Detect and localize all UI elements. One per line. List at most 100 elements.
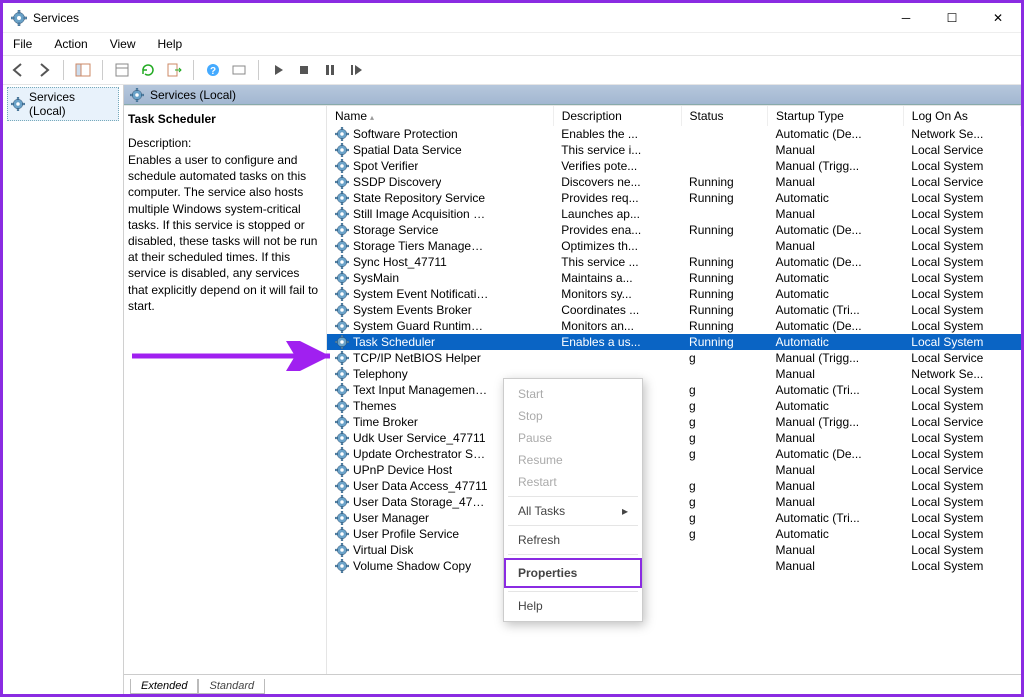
service-status: Running	[681, 174, 768, 190]
service-startup: Automatic	[768, 270, 904, 286]
service-row[interactable]: System Events BrokerCoordinates ...Runni…	[327, 302, 1021, 318]
service-row[interactable]: Spot VerifierVerifies pote...Manual (Tri…	[327, 158, 1021, 174]
service-desc: Discovers ne...	[553, 174, 681, 190]
service-row[interactable]: User Data Access_47711gManualLocal Syste…	[327, 478, 1021, 494]
service-row[interactable]: User Data Storage_47711gManualLocal Syst…	[327, 494, 1021, 510]
export-list-button[interactable]	[163, 59, 185, 81]
service-startup: Manual	[768, 430, 904, 446]
service-status: g	[681, 414, 768, 430]
service-logon: Local System	[903, 190, 1020, 206]
gear-icon	[335, 351, 349, 365]
service-status	[681, 542, 768, 558]
service-status: Running	[681, 254, 768, 270]
service-name: State Repository Service	[353, 191, 485, 205]
minimize-button[interactable]: ─	[883, 3, 929, 33]
service-row[interactable]: TCP/IP NetBIOS HelpergManual (Trigg...Lo…	[327, 350, 1021, 366]
service-row[interactable]: Volume Shadow CopyManages an...ManualLoc…	[327, 558, 1021, 574]
gear-icon	[335, 127, 349, 141]
service-name: Still Image Acquisition Events	[353, 207, 489, 221]
nav-back-button[interactable]	[7, 59, 29, 81]
toolbar-button[interactable]	[228, 59, 250, 81]
service-status	[681, 462, 768, 478]
service-startup: Automatic (Tri...	[768, 382, 904, 398]
service-row[interactable]: System Guard Runtime Mon...Monitors an..…	[327, 318, 1021, 334]
service-row[interactable]: ThemesgAutomaticLocal System	[327, 398, 1021, 414]
service-row[interactable]: UPnP Device HostManualLocal Service	[327, 462, 1021, 478]
service-startup: Automatic	[768, 398, 904, 414]
gear-icon	[335, 143, 349, 157]
service-row[interactable]: State Repository ServiceProvides req...R…	[327, 190, 1021, 206]
menu-file[interactable]: File	[11, 37, 34, 51]
gear-icon	[335, 367, 349, 381]
tab-extended[interactable]: Extended	[130, 679, 198, 694]
service-row[interactable]: System Event Notification S...Monitors s…	[327, 286, 1021, 302]
service-row[interactable]: User Profile ServicegAutomaticLocal Syst…	[327, 526, 1021, 542]
refresh-button[interactable]	[137, 59, 159, 81]
col-header-desc[interactable]: Description	[553, 106, 681, 126]
ctx-start[interactable]: Start	[504, 383, 642, 405]
service-row[interactable]: Still Image Acquisition EventsLaunches a…	[327, 206, 1021, 222]
service-row[interactable]: Task SchedulerEnables a us...RunningAuto…	[327, 334, 1021, 350]
service-desc: Monitors an...	[553, 318, 681, 334]
gear-icon	[335, 239, 349, 253]
service-startup: Automatic	[768, 526, 904, 542]
service-row[interactable]: Spatial Data ServiceThis service i...Man…	[327, 142, 1021, 158]
col-header-startup[interactable]: Startup Type	[768, 106, 904, 126]
stop-button[interactable]	[293, 59, 315, 81]
restart-button[interactable]	[345, 59, 367, 81]
help-button[interactable]: ?	[202, 59, 224, 81]
content-pane: Services (Local) Task Scheduler Descript…	[124, 85, 1021, 694]
ctx-stop[interactable]: Stop	[504, 405, 642, 427]
menu-action[interactable]: Action	[52, 37, 89, 51]
service-row[interactable]: Storage ServiceProvides ena...RunningAut…	[327, 222, 1021, 238]
list-header-row: Name▴ Description Status Startup Type Lo…	[327, 106, 1021, 126]
service-row[interactable]: Storage Tiers ManagementOptimizes th...M…	[327, 238, 1021, 254]
service-row[interactable]: SysMainMaintains a...RunningAutomaticLoc…	[327, 270, 1021, 286]
gear-icon	[335, 415, 349, 429]
show-hide-tree-button[interactable]	[72, 59, 94, 81]
properties-button[interactable]	[111, 59, 133, 81]
service-row[interactable]: Update Orchestrator Servi...gAutomatic (…	[327, 446, 1021, 462]
close-button[interactable]: ✕	[975, 3, 1021, 33]
service-row[interactable]: Udk User Service_47711gManualLocal Syste…	[327, 430, 1021, 446]
ctx-refresh[interactable]: Refresh	[504, 529, 642, 551]
service-name: Themes	[353, 399, 396, 413]
play-button[interactable]	[267, 59, 289, 81]
col-header-name[interactable]: Name▴	[327, 106, 553, 126]
ctx-all-tasks[interactable]: All Tasks▸	[504, 500, 642, 522]
gear-icon	[335, 335, 349, 349]
service-row[interactable]: Time BrokergManual (Trigg...Local Servic…	[327, 414, 1021, 430]
ctx-pause[interactable]: Pause	[504, 427, 642, 449]
service-desc: This service ...	[553, 254, 681, 270]
service-row[interactable]: Software ProtectionEnables the ...Automa…	[327, 126, 1021, 142]
service-row[interactable]: Text Input Management Se...gAutomatic (T…	[327, 382, 1021, 398]
nav-item-services-local[interactable]: Services (Local)	[7, 87, 119, 121]
pause-button[interactable]	[319, 59, 341, 81]
gear-icon	[335, 191, 349, 205]
service-status: g	[681, 526, 768, 542]
service-row[interactable]: Sync Host_47711This service ...RunningAu…	[327, 254, 1021, 270]
tab-standard[interactable]: Standard	[198, 679, 265, 694]
service-row[interactable]: Virtual DiskProvides ma...ManualLocal Sy…	[327, 542, 1021, 558]
service-name: User Profile Service	[353, 527, 459, 541]
menu-help[interactable]: Help	[156, 37, 185, 51]
ctx-resume[interactable]: Resume	[504, 449, 642, 471]
service-row[interactable]: SSDP DiscoveryDiscovers ne...RunningManu…	[327, 174, 1021, 190]
service-row[interactable]: TelephonyManualNetwork Se...	[327, 366, 1021, 382]
menu-view[interactable]: View	[108, 37, 138, 51]
service-row[interactable]: User ManagergAutomatic (Tri...Local Syst…	[327, 510, 1021, 526]
service-name: Spot Verifier	[353, 159, 418, 173]
service-startup: Manual (Trigg...	[768, 350, 904, 366]
ctx-restart[interactable]: Restart	[504, 471, 642, 493]
service-startup: Manual	[768, 478, 904, 494]
nav-forward-button[interactable]	[33, 59, 55, 81]
ctx-properties[interactable]: Properties	[504, 558, 642, 588]
maximize-button[interactable]: ☐	[929, 3, 975, 33]
ctx-help[interactable]: Help	[504, 595, 642, 617]
gear-icon	[335, 479, 349, 493]
col-header-status[interactable]: Status	[681, 106, 768, 126]
col-header-logon[interactable]: Log On As	[903, 106, 1020, 126]
tab-strip: Extended Standard	[124, 674, 1021, 694]
service-name: Task Scheduler	[353, 335, 435, 349]
service-desc: Coordinates ...	[553, 302, 681, 318]
